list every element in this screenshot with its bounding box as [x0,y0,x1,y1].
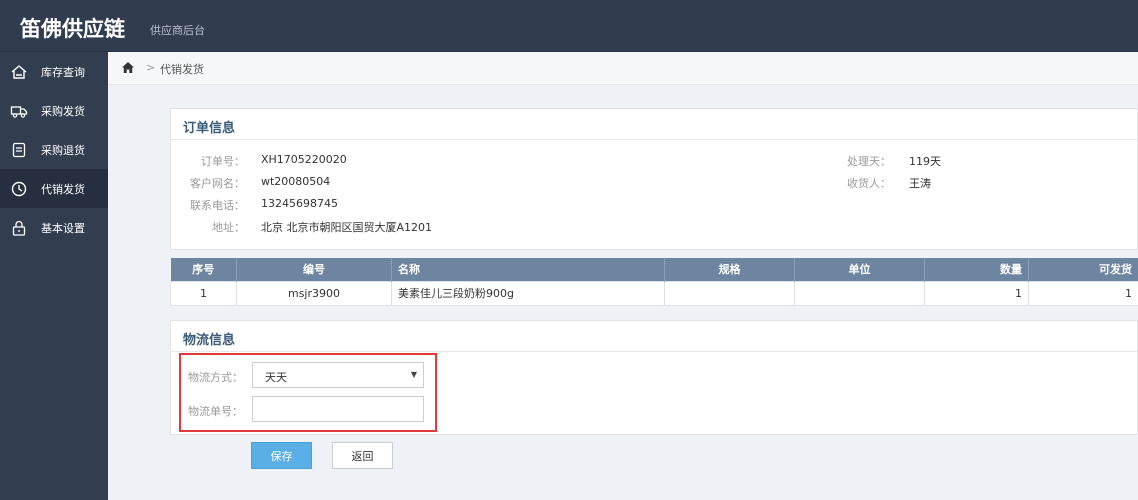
cell-index: 1 [170,280,237,306]
sidebar-item-inventory[interactable]: 库存查询 [0,52,108,91]
column-header-index: 序号 [170,258,237,281]
order-number-value: XH1705220020 [261,153,347,166]
cell-code: msjr3900 [236,280,392,306]
tracking-number-label: 物流单号： [188,405,243,418]
home-box-icon [10,63,28,81]
order-info-panel: 订单信息 订单号： XH1705220020 客户网名： wt20080504 … [170,108,1138,250]
column-header-quantity: 数量 [924,258,1029,281]
chevron-down-icon: ▼ [410,370,417,379]
tracking-number-input[interactable] [252,396,424,422]
table-row: 1 msjr3900 美素佳儿三段奶粉900g 1 1 [170,280,1138,306]
customer-name-value: wt20080504 [261,175,331,188]
order-info-title: 订单信息 [183,121,236,136]
shipping-method-value: 天天 [265,371,287,384]
phone-value: 13245698745 [261,197,338,210]
clock-icon [10,180,28,198]
divider [171,139,1137,140]
sidebar-item-purchase-return[interactable]: 采购退货 [0,130,108,169]
order-number-label: 订单号： [201,155,245,168]
brand-subtitle: 供应商后台 [150,24,205,37]
truck-icon [10,102,28,120]
receiver-value: 王涛 [909,177,931,190]
shipping-method-label: 物流方式： [188,371,243,384]
address-value: 北京 北京市朝阳区国贸大厦A1201 [261,221,433,234]
processing-days-value: 119天 [909,155,941,168]
phone-label: 联系电话： [190,199,245,212]
breadcrumb: > 代销发货 [108,52,1138,85]
column-header-unit: 单位 [794,258,925,281]
cell-quantity: 1 [924,280,1029,306]
sidebar-item-label: 库存查询 [41,66,85,79]
column-header-spec: 规格 [664,258,795,281]
address-label: 地址： [212,221,245,234]
sidebar-item-purchase-ship[interactable]: 采购发货 [0,91,108,130]
cell-name: 美素佳儿三段奶粉900g [391,280,665,306]
cell-unit [794,280,925,306]
top-bar: 笛佛供应链 供应商后台 [0,0,1138,52]
lock-icon [10,219,28,237]
home-icon[interactable] [121,61,135,74]
order-items-table: 序号 编号 名称 规格 单位 数量 可发货 1 msjr3900 美素佳儿三段奶… [170,258,1138,306]
sidebar-item-settings[interactable]: 基本设置 [0,208,108,247]
brand-logo-text: 笛佛供应链 [20,17,125,41]
save-button[interactable]: 保存 [251,442,312,469]
sidebar-item-label: 基本设置 [41,222,85,235]
column-header-shippable: 可发货 [1028,258,1138,281]
document-icon [10,141,28,159]
customer-name-label: 客户网名： [190,177,245,190]
cell-spec [664,280,795,306]
sidebar-item-label: 采购发货 [41,105,85,118]
sidebar-item-consignment-ship[interactable]: 代销发货 [0,169,108,208]
column-header-code: 编号 [236,258,392,281]
breadcrumb-separator: > [146,61,156,74]
shipping-method-select[interactable]: 天天 ▼ [252,362,424,388]
cell-shippable: 1 [1028,280,1138,306]
receiver-label: 收货人： [847,177,891,190]
processing-days-label: 处理天： [847,155,891,168]
logistics-title: 物流信息 [183,333,236,348]
column-header-name: 名称 [391,258,665,281]
breadcrumb-current: 代销发货 [160,63,204,76]
sidebar-item-label: 采购退货 [41,144,85,157]
divider [171,351,1137,352]
sidebar: 库存查询 采购发货 采购退货 代销发货 基本设置 [0,52,108,500]
table-header-row: 序号 编号 名称 规格 单位 数量 可发货 [170,258,1138,281]
back-button[interactable]: 返回 [332,442,393,469]
sidebar-item-label: 代销发货 [41,183,85,196]
